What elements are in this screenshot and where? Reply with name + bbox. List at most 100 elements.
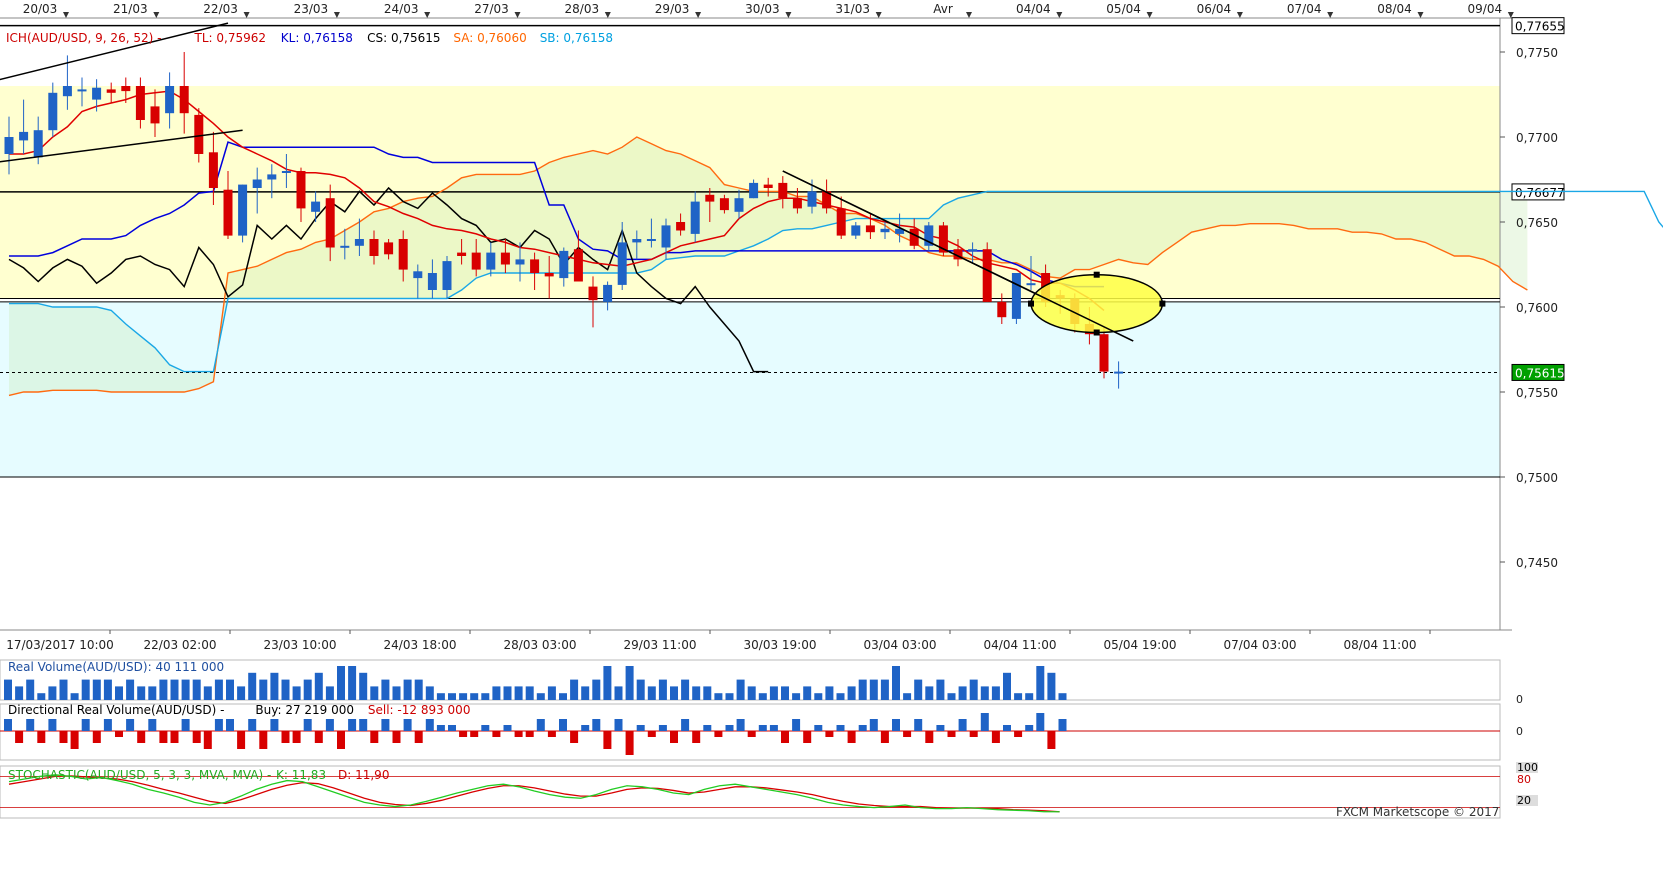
candle-body[interactable] [150, 106, 160, 124]
candle-body[interactable] [223, 189, 233, 236]
top-date-label: 05/04 [1106, 2, 1141, 16]
candle-body[interactable] [632, 239, 642, 243]
volume-bar [1058, 693, 1067, 700]
candle-body[interactable] [92, 87, 102, 100]
candle-body[interactable] [1114, 371, 1124, 374]
candle-body[interactable] [661, 225, 671, 248]
candle-body[interactable] [1011, 273, 1021, 319]
candle-body[interactable] [719, 198, 729, 211]
volume-bar [758, 693, 767, 700]
candle-body[interactable] [369, 239, 379, 256]
candle-body[interactable] [165, 86, 175, 114]
candle-body[interactable] [690, 201, 700, 234]
candle-body[interactable] [500, 252, 510, 265]
candle-body[interactable] [354, 239, 364, 246]
directional-bar [514, 731, 523, 737]
directional-bar [581, 725, 590, 731]
volume-bar [359, 672, 368, 700]
candle-body[interactable] [544, 273, 554, 277]
candle-body[interactable] [734, 198, 744, 212]
candle-body[interactable] [325, 198, 335, 248]
top-date-label: 29/03 [655, 2, 690, 16]
candle-body[interactable] [457, 252, 467, 256]
ellipse-handle[interactable] [1028, 300, 1034, 307]
candle-body[interactable] [588, 286, 598, 301]
candle-body[interactable] [646, 239, 656, 241]
candle-body[interactable] [807, 191, 817, 207]
volume-bar [847, 686, 856, 700]
candle-body[interactable] [340, 245, 350, 248]
candle-body[interactable] [252, 179, 262, 189]
volume-bar [303, 679, 312, 700]
candle-body[interactable] [194, 114, 204, 154]
volume-bar [814, 693, 823, 700]
candle-body[interactable] [486, 252, 496, 270]
candle-body[interactable] [676, 222, 686, 231]
candle-body[interactable] [33, 130, 43, 158]
directional-title-part: Directional Real Volume(AUD/USD) - [8, 703, 224, 717]
candle-body[interactable] [749, 182, 759, 199]
directional-bar [270, 719, 279, 731]
volume-bar [581, 686, 590, 700]
directional-bar [148, 719, 157, 731]
candle-body[interactable] [763, 184, 773, 188]
volume-bar [559, 693, 567, 700]
directional-title-part: Buy: 27 219 000 [255, 703, 354, 717]
volume-bar [159, 679, 168, 700]
candle-body[interactable] [311, 201, 321, 212]
candle-body[interactable] [880, 228, 890, 233]
candle-body[interactable] [997, 301, 1007, 318]
ellipse-handle[interactable] [1093, 271, 1100, 278]
candle-body[interactable] [121, 86, 131, 92]
candle-body[interactable] [179, 86, 189, 114]
ellipse-handle[interactable] [1159, 300, 1166, 307]
candle-body[interactable] [792, 198, 802, 209]
candle-body[interactable] [384, 242, 394, 255]
candle-body[interactable] [398, 239, 408, 270]
ichimoku-legend-item: CS: 0,75615 [367, 31, 440, 45]
candle-body[interactable] [851, 225, 861, 236]
bottom-time-label: 29/03 11:00 [624, 638, 697, 652]
candle-body[interactable] [62, 86, 72, 97]
candle-body[interactable] [296, 171, 306, 209]
candle-body[interactable] [836, 208, 846, 236]
candle-body[interactable] [705, 194, 715, 202]
chart-canvas[interactable]: 20/03 21/03 22/03 23/03 24/03 27/03 28/03 29/03… [0, 0, 1663, 870]
candle-body[interactable] [471, 252, 481, 270]
candle-body[interactable] [4, 137, 14, 154]
candle-body[interactable] [442, 261, 452, 290]
candle-body[interactable] [135, 86, 145, 120]
candle-body[interactable] [208, 152, 218, 188]
candle-body[interactable] [48, 92, 58, 131]
candle-body[interactable] [19, 131, 29, 141]
candle-body[interactable] [1026, 283, 1036, 286]
candle-body[interactable] [413, 271, 423, 279]
candle-body[interactable] [909, 228, 919, 246]
candle-body[interactable] [778, 182, 788, 199]
candle-body[interactable] [865, 225, 875, 233]
candle-body[interactable] [982, 249, 992, 302]
candle-body[interactable] [573, 249, 583, 282]
candle-body[interactable] [530, 259, 540, 273]
directional-bar [947, 731, 956, 737]
candle-body[interactable] [1099, 334, 1109, 372]
candle-body[interactable] [106, 89, 116, 93]
candle-body[interactable] [267, 174, 277, 180]
bottom-time-label: 30/03 19:00 [744, 638, 817, 652]
candle-body[interactable] [238, 184, 248, 236]
price-tag-label: 0,75615 [1515, 366, 1565, 380]
directional-bar [781, 731, 789, 743]
volume-bar [947, 693, 956, 700]
directional-bar [92, 731, 101, 743]
candle-body[interactable] [515, 259, 525, 265]
directional-bar [181, 719, 190, 731]
candle-body[interactable] [968, 249, 978, 252]
candle-body[interactable] [281, 171, 291, 173]
ellipse-handle[interactable] [1093, 329, 1100, 336]
candle-body[interactable] [77, 89, 87, 92]
volume-bar [15, 686, 24, 700]
candle-body[interactable] [603, 284, 613, 302]
candle-body[interactable] [617, 242, 627, 285]
candle-body[interactable] [559, 250, 569, 279]
candle-body[interactable] [427, 273, 437, 290]
